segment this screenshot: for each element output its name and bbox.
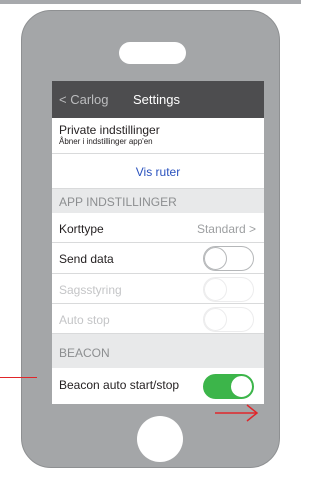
toggle-knob: [204, 247, 227, 270]
section-header-app: APP INDSTILLINGER: [52, 189, 264, 213]
annotation-pointer-line: [0, 377, 37, 378]
korttype-row[interactable]: Korttype Standard >: [52, 213, 264, 243]
toggle-knob: [204, 308, 227, 331]
private-settings-title: Private indstillinger: [59, 123, 160, 137]
send-data-row: Send data: [52, 243, 264, 274]
sagsstyring-toggle: [203, 277, 254, 302]
send-data-label: Send data: [59, 252, 114, 266]
beacon-auto-row: Beacon auto start/stop: [52, 368, 264, 404]
beacon-auto-label: Beacon auto start/stop: [59, 378, 180, 392]
auto-stop-label: Auto stop: [59, 313, 110, 327]
top-border-line: [0, 0, 301, 4]
korttype-label: Korttype: [59, 222, 104, 236]
vis-ruter-row[interactable]: Vis ruter: [52, 154, 264, 189]
section-app-label: APP INDSTILLINGER: [59, 195, 177, 209]
sagsstyring-row: Sagsstyring: [52, 274, 264, 304]
toggle-knob: [204, 278, 227, 301]
sagsstyring-label: Sagsstyring: [59, 283, 122, 297]
auto-stop-row: Auto stop: [52, 304, 264, 334]
private-settings-subtitle: Åbner i indstillinger app'en: [59, 137, 153, 146]
page-title: Settings: [133, 92, 180, 107]
private-settings-row[interactable]: Private indstillinger Åbner i indstillin…: [52, 118, 264, 154]
auto-stop-toggle: [203, 307, 254, 332]
section-header-beacon: BEACON: [52, 334, 264, 368]
home-button[interactable]: [137, 416, 183, 462]
phone-screen: < Carlog Settings Private indstillinger …: [52, 81, 264, 404]
annotation-arrow-icon: [215, 404, 259, 422]
navigation-bar: < Carlog Settings: [52, 81, 264, 118]
korttype-value[interactable]: Standard >: [197, 222, 256, 236]
vis-ruter-link[interactable]: Vis ruter: [52, 165, 264, 179]
beacon-auto-toggle[interactable]: [203, 374, 254, 399]
toggle-knob: [230, 375, 253, 398]
back-button[interactable]: < Carlog: [59, 92, 109, 107]
phone-speaker: [119, 42, 186, 64]
section-beacon-label: BEACON: [59, 346, 110, 360]
send-data-toggle[interactable]: [203, 246, 254, 271]
